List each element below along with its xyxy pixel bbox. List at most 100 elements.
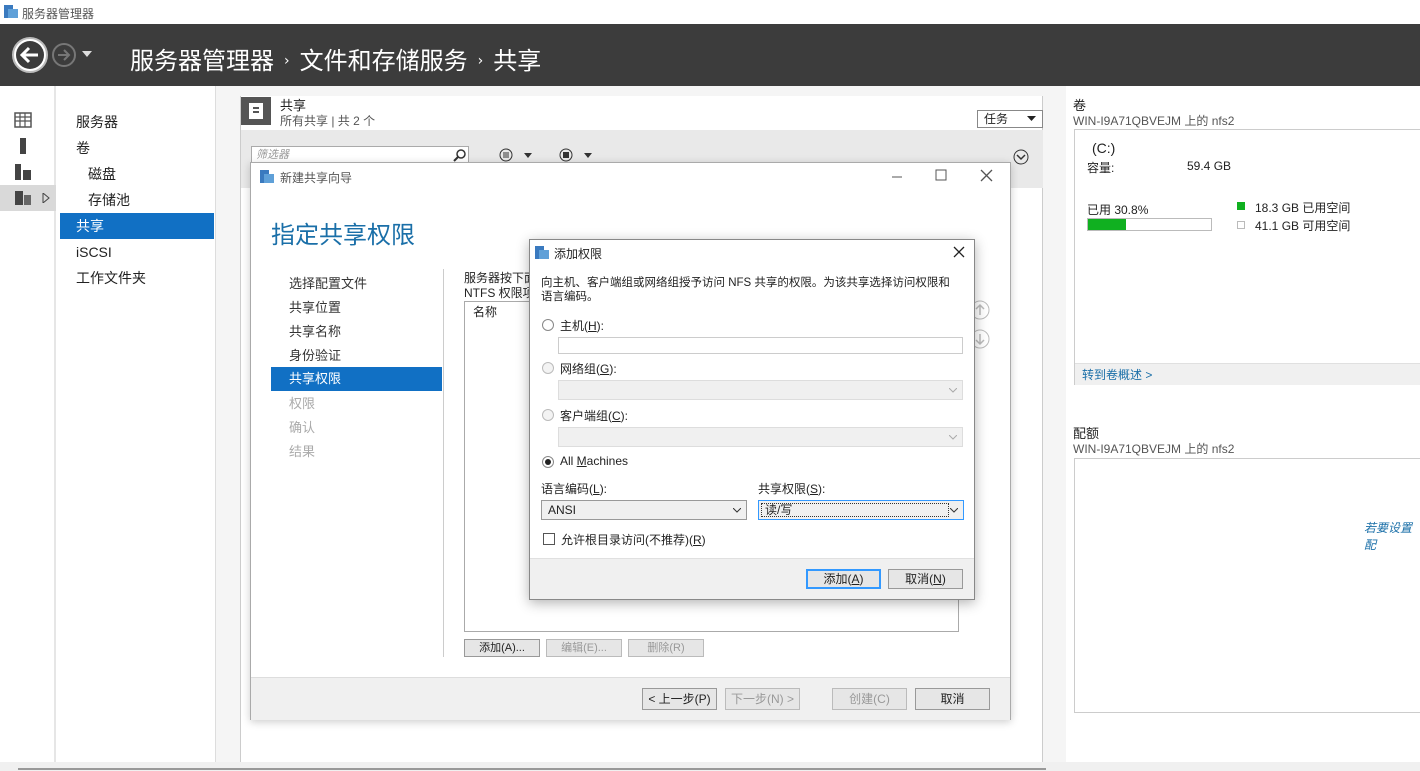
netgroup-label: 网络组(G):: [560, 362, 617, 376]
expand-arrow-icon[interactable]: [42, 193, 50, 203]
clientgroup-radio: [542, 409, 554, 421]
previous-button[interactable]: < 上一步(P): [642, 688, 717, 710]
wizard-title: 新建共享向导: [280, 171, 353, 185]
host-radio[interactable]: [542, 319, 554, 331]
breadcrumb: 服务器管理器 › 文件和存储服务 › 共享: [130, 41, 541, 76]
wizard-step-share-permissions[interactable]: 共享权限: [271, 367, 442, 391]
used-percent: 已用 30.8%: [1087, 203, 1149, 217]
chevron-down-icon: [949, 435, 957, 440]
all-servers-icon[interactable]: [14, 164, 32, 180]
netgroup-radio: [542, 362, 554, 374]
header-bar: 服务器管理器 › 文件和存储服务 › 共享: [0, 24, 1420, 86]
forward-icon[interactable]: [52, 43, 76, 67]
server-manager-icon: [4, 5, 18, 18]
used-space: 18.3 GB 已用空间: [1255, 201, 1351, 215]
encoding-select[interactable]: ANSI: [541, 500, 747, 520]
file-storage-nav[interactable]: [0, 185, 56, 211]
collapse-icon[interactable]: [1013, 149, 1029, 165]
wizard-divider: [443, 269, 444, 657]
list-header-name[interactable]: 名称: [473, 303, 497, 320]
dialog-close-icon[interactable]: [953, 246, 965, 258]
free-legend-swatch: [1237, 221, 1245, 229]
quota-setup-link[interactable]: 若要设置配: [1364, 519, 1420, 553]
chevron-down-icon: [1027, 116, 1036, 121]
dialog-description: 向主机、客户端组或网络组授予访问 NFS 共享的权限。为该共享选择访问权限和语言…: [541, 277, 950, 303]
history-dropdown-icon[interactable]: [82, 51, 92, 59]
dialog-cancel-button[interactable]: 取消(N): [888, 569, 963, 589]
volume-box: [1074, 129, 1420, 385]
sidebar-item-servers[interactable]: 服务器: [60, 109, 214, 135]
wizard-step-auth[interactable]: 身份验证: [271, 344, 442, 368]
wizard-step-profile[interactable]: 选择配置文件: [271, 272, 442, 296]
sidebar-item-shares[interactable]: 共享: [60, 213, 214, 239]
scrollbar-thumb[interactable]: [18, 768, 1046, 770]
chevron-down-icon: [949, 388, 957, 393]
free-space: 41.1 GB 可用空间: [1255, 219, 1351, 233]
netgroup-select: [558, 380, 963, 400]
maximize-icon[interactable]: [935, 169, 947, 181]
edit-permission-button: 编辑(E)...: [546, 639, 622, 657]
add-permissions-dialog: 添加权限 向主机、客户端组或网络组授予访问 NFS 共享的权限。为该共享选择访问…: [529, 239, 975, 600]
host-input[interactable]: [558, 337, 963, 354]
horizontal-scrollbar[interactable]: [0, 762, 1420, 771]
quota-box: [1074, 458, 1420, 713]
sidebar-item-disks[interactable]: 磁盘: [60, 161, 214, 187]
wizard-cancel-button[interactable]: 取消: [915, 688, 990, 710]
usage-bar: [1087, 218, 1212, 231]
dialog-title: 添加权限: [554, 247, 603, 261]
host-label: 主机(H):: [560, 319, 605, 333]
left-icon-strip: [0, 86, 56, 766]
sidebar-item-volumes[interactable]: 卷: [60, 135, 214, 161]
all-machines-label: All Machines: [560, 454, 629, 468]
tasks-label: 任务: [984, 112, 1009, 126]
chevron-down-icon: [733, 508, 741, 513]
sidebar-item-iscsi[interactable]: iSCSI: [60, 239, 214, 265]
breadcrumb-shares: 共享: [493, 47, 542, 75]
drive-label: (C:): [1092, 140, 1116, 156]
all-machines-radio[interactable]: [542, 456, 554, 468]
dashboard-icon[interactable]: [14, 112, 32, 128]
wizard-desc-2: NTFS 权限项: [464, 286, 535, 300]
breadcrumb-file-storage[interactable]: 文件和存储服务: [300, 47, 468, 75]
dialog-footer: 添加(A) 取消(N): [530, 558, 974, 599]
create-button: 创建(C): [832, 688, 907, 710]
volume-subtitle: WIN-I9A71QBVEJM 上的 nfs2: [1073, 114, 1235, 128]
local-server-icon[interactable]: [14, 138, 32, 154]
sidebar-item-work-folders[interactable]: 工作文件夹: [60, 265, 214, 291]
sidebar-nav: 服务器 卷 磁盘 存储池 共享 iSCSI 工作文件夹: [58, 86, 216, 766]
share-permission-select[interactable]: 读/写: [758, 500, 964, 520]
save-query-icon[interactable]: [557, 148, 595, 162]
breadcrumb-sep: ›: [284, 53, 290, 69]
breadcrumb-sep: ›: [477, 53, 484, 69]
shares-subtitle: 所有共享 | 共 2 个: [280, 114, 376, 128]
remove-permission-button: 删除(R): [628, 639, 704, 657]
query-list-icon[interactable]: [497, 148, 535, 162]
sidebar-item-storage-pools[interactable]: 存储池: [60, 187, 214, 213]
wizard-step-location[interactable]: 共享位置: [271, 296, 442, 320]
chevron-down-icon: [950, 508, 958, 513]
wizard-step-results: 结果: [289, 444, 316, 459]
focus-rect: [761, 503, 949, 517]
tasks-dropdown[interactable]: 任务: [977, 110, 1043, 128]
dialog-add-button[interactable]: 添加(A): [806, 569, 881, 589]
wizard-footer: < 上一步(P) 下一步(N) > 创建(C) 取消: [251, 677, 1010, 720]
wizard-step-name[interactable]: 共享名称: [271, 320, 442, 344]
back-icon[interactable]: [11, 36, 49, 74]
wizard-app-icon: [260, 170, 274, 183]
goto-volume-link[interactable]: 转到卷概述 >: [1082, 366, 1152, 383]
share-permission-label: 共享权限(S):: [758, 482, 826, 496]
wizard-step-confirm: 确认: [289, 420, 316, 435]
root-access-checkbox[interactable]: [543, 533, 555, 545]
root-access-label: 允许根目录访问(不推荐)(R): [561, 533, 706, 547]
next-button: 下一步(N) >: [725, 688, 800, 710]
breadcrumb-server-manager[interactable]: 服务器管理器: [130, 47, 274, 75]
add-permission-button[interactable]: 添加(A)...: [464, 639, 540, 657]
file-storage-icon: [15, 191, 31, 205]
wizard-step-permissions: 权限: [289, 396, 316, 411]
search-icon[interactable]: [453, 148, 467, 162]
close-icon[interactable]: [980, 169, 993, 182]
usage-bar-fill: [1088, 219, 1126, 230]
clientgroup-label: 客户端组(C):: [560, 409, 629, 423]
shares-icon: [241, 97, 271, 125]
minimize-icon[interactable]: [891, 171, 903, 183]
